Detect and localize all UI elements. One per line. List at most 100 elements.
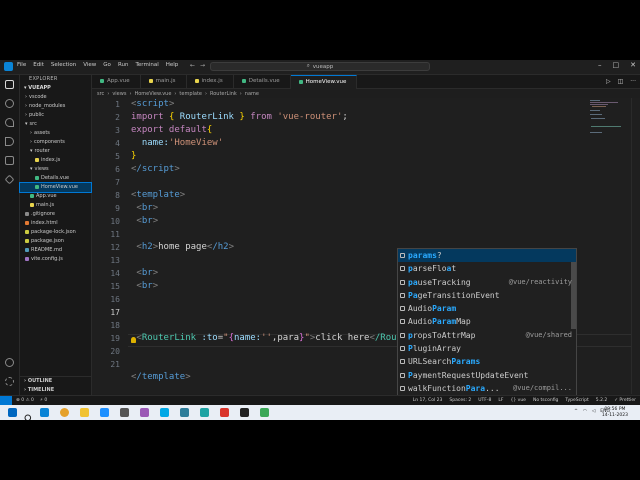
back-arrow-icon[interactable]: ← [190, 62, 195, 69]
tree-item[interactable]: › public [20, 111, 91, 120]
menu-item-run[interactable]: Run [118, 62, 129, 68]
suggestion-item[interactable]: parseFloat [398, 262, 576, 275]
testing-icon[interactable] [0, 170, 19, 189]
menu-item-selection[interactable]: Selection [51, 62, 76, 68]
run-icon[interactable]: ▷ [606, 78, 611, 85]
menu-item-go[interactable]: Go [103, 62, 111, 68]
taskbar-app-dark-icon[interactable] [240, 408, 249, 417]
status-right-item[interactable]: {} vue [511, 398, 526, 403]
tree-item[interactable]: › assets [20, 129, 91, 138]
tree-item[interactable]: ▾ router [20, 147, 91, 156]
forward-arrow-icon[interactable]: → [200, 62, 205, 69]
outline-panel-header[interactable]: › OUTLINE [20, 377, 91, 386]
status-right-item[interactable]: Spaces: 2 [449, 398, 471, 403]
tree-item[interactable]: Details.vue [20, 174, 91, 183]
taskbar-app-red-icon[interactable] [220, 408, 229, 417]
taskbar-skype-icon[interactable] [160, 408, 169, 417]
command-center-search[interactable]: ⌕ vueapp [210, 62, 430, 71]
breadcrumb-item[interactable]: template [179, 91, 202, 97]
source-control-icon[interactable] [0, 113, 19, 132]
menu-item-edit[interactable]: Edit [33, 62, 44, 68]
tree-item[interactable]: › node_modules [20, 102, 91, 111]
tree-item[interactable]: ▾ views [20, 165, 91, 174]
more-actions-icon[interactable]: ··· [630, 78, 636, 85]
taskbar-vscode-icon[interactable] [40, 408, 49, 417]
tree-item[interactable]: › vscode [20, 93, 91, 102]
close-icon[interactable]: ✕ [630, 61, 636, 69]
project-folder-header[interactable]: ▾ VUEAPP [20, 84, 91, 93]
status-right-item[interactable]: ✓ Prettier [614, 398, 636, 403]
tab-app-vue[interactable]: App.vue [92, 75, 141, 88]
tab-main-js[interactable]: main.js [141, 75, 187, 88]
suggestion-item[interactable]: walkFunctionPara... @vue/compil... [398, 382, 576, 395]
taskbar-start-icon[interactable] [8, 408, 17, 417]
explorer-icon[interactable] [0, 75, 19, 94]
menu-item-help[interactable]: Help [166, 62, 179, 68]
split-editor-icon[interactable]: ◫ [618, 78, 624, 85]
suggestion-item[interactable]: propsToAttrMap @vue/shared [398, 329, 576, 342]
breadcrumb-item[interactable]: name [245, 91, 259, 97]
manage-gear-icon[interactable] [0, 372, 19, 391]
status-right-item[interactable]: Ln 17, Col 23 [413, 398, 443, 403]
vertical-scrollbar[interactable] [631, 98, 640, 394]
suggestion-item[interactable]: PluginArray [398, 342, 576, 355]
minimize-icon[interactable]: – [598, 61, 602, 69]
tree-item[interactable]: package.json [20, 237, 91, 246]
tab-index-js[interactable]: index.js [187, 75, 234, 88]
breadcrumb-item[interactable]: HomeView.vue [134, 91, 171, 97]
status-right-item[interactable]: LF [498, 398, 503, 403]
tree-item[interactable]: main.js [20, 201, 91, 210]
menu-item-file[interactable]: File [17, 62, 26, 68]
account-icon[interactable] [0, 353, 19, 372]
suggestion-item[interactable]: URLSearchParams [398, 355, 576, 368]
tree-item[interactable]: App.vue [20, 192, 91, 201]
tab-homeview-vue[interactable]: HomeView.vue [290, 75, 358, 89]
extensions-icon[interactable] [0, 151, 19, 170]
status-left-item[interactable]: ⚡ 0 [40, 398, 47, 403]
taskbar-file-explorer-icon[interactable] [80, 408, 89, 417]
tab-details-vue[interactable]: Details.vue [234, 75, 291, 88]
suggestion-item[interactable]: PageTransitionEvent [398, 289, 576, 302]
network-icon[interactable]: ◠ [583, 409, 587, 414]
search-view-icon[interactable] [0, 94, 19, 113]
minimap[interactable] [588, 98, 628, 394]
status-right-item[interactable]: 5.2.2 [596, 398, 607, 403]
breadcrumb-item[interactable]: src [97, 91, 104, 97]
menu-item-view[interactable]: View [83, 62, 96, 68]
clock[interactable]: 09:56 PM 14-11-2023 [602, 407, 628, 418]
tree-item[interactable]: index.js [20, 156, 91, 165]
taskbar-photos-icon[interactable] [100, 408, 109, 417]
timeline-panel-header[interactable]: › TIMELINE [20, 386, 91, 395]
suggestion-item[interactable]: pauseTracking @vue/reactivity [398, 276, 576, 289]
menu-item-terminal[interactable]: Terminal [135, 62, 158, 68]
breadcrumb-item[interactable]: RouterLink [210, 91, 237, 97]
run-debug-icon[interactable] [0, 132, 19, 151]
taskbar-edge-icon[interactable] [200, 408, 209, 417]
tree-item[interactable]: package-lock.json [20, 228, 91, 237]
status-right-item[interactable]: UTF-8 [478, 398, 491, 403]
taskbar-store-icon[interactable] [180, 408, 189, 417]
volume-icon[interactable]: ◁ [592, 409, 595, 414]
suggestion-item[interactable]: AudioParam [398, 302, 576, 315]
code-editor[interactable]: 1 2 3 4 5 6 7 8 9 10 11 12 13 14 15 16 17 18 19 20 21 <scrip… [92, 98, 640, 408]
taskbar-media-icon[interactable] [140, 408, 149, 417]
tray-chevron-icon[interactable]: ^ [574, 409, 578, 414]
taskbar-settings-icon[interactable] [120, 408, 129, 417]
maximize-icon[interactable]: □ [613, 61, 620, 69]
taskbar-app-green-icon[interactable] [260, 408, 269, 417]
suggestion-item[interactable]: params? [398, 249, 576, 263]
tree-item[interactable]: README.md [20, 246, 91, 255]
tree-item[interactable]: vite.config.js [20, 255, 91, 264]
taskbar-chrome-icon[interactable] [60, 408, 69, 417]
status-right-item[interactable]: TypeScript [565, 398, 588, 403]
tree-item[interactable]: .gitignore [20, 210, 91, 219]
tree-item[interactable]: HomeView.vue [19, 182, 92, 193]
taskbar-search-icon[interactable] [24, 408, 33, 420]
status-left-item[interactable]: ⊗ 0 ⚠ 0 [16, 398, 34, 403]
status-right-item[interactable]: No tsconfig [533, 398, 558, 403]
tree-item[interactable]: › components [20, 138, 91, 147]
tree-item[interactable]: ▾ src [20, 120, 91, 129]
suggestion-item[interactable]: PaymentRequestUpdateEvent [398, 369, 576, 382]
breadcrumb-item[interactable]: views [112, 91, 126, 97]
tree-item[interactable]: index.html [20, 219, 91, 228]
